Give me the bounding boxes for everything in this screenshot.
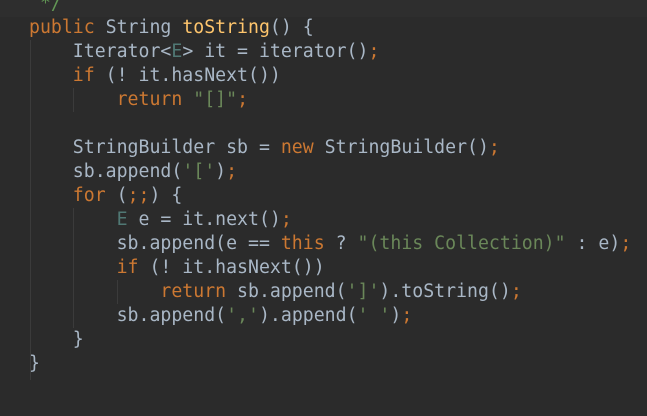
code-token-tp: E [29,209,139,230]
code-token-method: toString [182,17,270,38]
folded-comment-region [0,0,647,17]
code-token-semi: ; [488,137,500,158]
code-token-plain: ) [215,161,227,182]
code-token-semi: ; [620,233,632,254]
code-line[interactable]: } [29,328,84,352]
code-token-str: ' ' [357,305,391,326]
code-token-plain: () { [269,17,314,38]
code-line[interactable]: */ [29,0,62,16]
code-token-plain: StringBuilder() [324,137,489,158]
code-token-plain: String [105,17,183,38]
code-token-kw: if [29,257,150,278]
code-token-kw: new [280,137,325,158]
code-line[interactable]: sb.append('['); [29,160,237,184]
code-token-plain: > it = iterator() [182,41,369,62]
code-token-semi: ; [510,281,522,302]
code-token-plain: : e) [565,233,621,254]
code-token-kw: return [29,89,194,110]
code-line[interactable]: if (! it.hasNext()) [29,64,281,88]
code-token-plain: (! it.hasNext()) [149,257,325,278]
code-token-plain: } [29,353,40,374]
code-token-plain: ? [335,233,358,254]
code-token-plain: Iterator< [29,41,172,62]
code-token-semi: ; [226,161,238,182]
code-editor[interactable]: */public String toString() { Iterator<E>… [0,0,647,416]
code-line[interactable]: sb.append(e == this ? "(this Collection)… [29,232,632,256]
code-line[interactable]: if (! it.hasNext()) [29,256,325,280]
code-token-cm: */ [29,0,62,14]
code-line[interactable]: Iterator<E> it = iterator(); [29,40,380,64]
code-token-kw: return [29,281,238,302]
code-token-plain: ( [116,185,128,206]
code-token-plain: ) { [149,185,183,206]
code-token-str: "[]" [193,89,238,110]
code-token-semi: ; [368,41,380,62]
code-token-plain: sb.append( [29,161,183,182]
code-token-str: ',' [226,305,259,326]
code-token-tp: E [171,41,183,62]
code-line[interactable]: } [29,352,40,376]
code-line[interactable]: E e = it.next(); [29,208,292,232]
code-token-semi: ; [280,209,292,230]
code-token-str: '[' [182,161,216,182]
code-line[interactable]: public String toString() { [29,16,314,40]
code-token-plain: sb.append(e == [29,233,281,254]
code-token-plain: ).toString() [379,281,511,302]
code-token-plain: ).append( [258,305,358,326]
code-token-kw: for [29,185,117,206]
code-line[interactable]: for (;;) { [29,184,183,208]
code-token-kw: if [29,65,106,86]
code-line[interactable]: StringBuilder sb = new StringBuilder(); [29,136,500,160]
code-token-plain: (! it.hasNext()) [105,65,281,86]
code-token-plain: StringBuilder sb = [29,137,281,158]
code-token-kw: this [280,233,336,254]
code-token-plain: sb.append( [29,305,227,326]
code-token-kw: public [29,17,106,38]
code-token-plain: e = it.next() [138,209,281,230]
code-token-plain: sb.append( [237,281,347,302]
code-line[interactable]: return sb.append(']').toString(); [29,280,522,304]
code-line[interactable]: return "[]"; [29,88,248,112]
code-token-str: "(this Collection)" [357,233,566,254]
code-token-semi: ; [401,305,413,326]
code-token-str: ']' [346,281,380,302]
code-line[interactable]: sb.append(',').append(' '); [29,304,413,328]
code-token-plain: ) [390,305,402,326]
code-token-semi: ;; [127,185,150,206]
code-token-plain: } [29,329,84,350]
code-token-semi: ; [237,89,249,110]
